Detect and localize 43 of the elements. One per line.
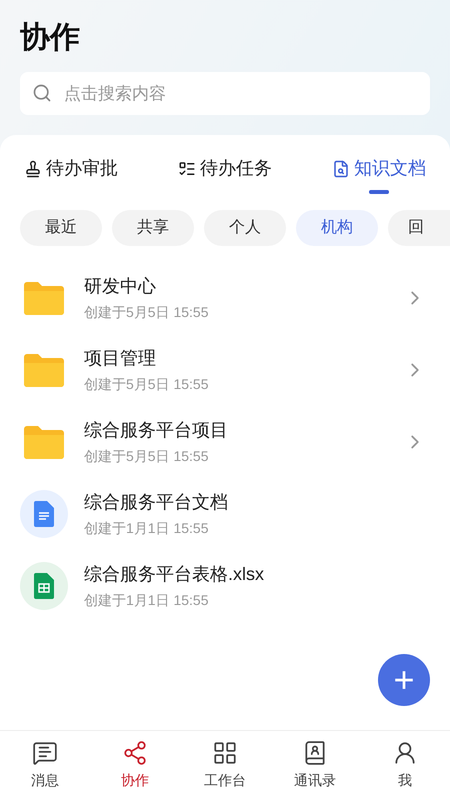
- document-icon: [20, 490, 68, 538]
- filter-chip[interactable]: 回: [388, 210, 450, 246]
- file-row[interactable]: 综合服务平台项目 创建于5月5日 15:55: [0, 406, 450, 478]
- folder-icon: [24, 353, 64, 387]
- folder-icon: [24, 425, 64, 459]
- page-title: 协作: [20, 20, 81, 56]
- file-date: 创建于1月1日 15:55: [84, 518, 210, 538]
- file-name: 综合服务平台表格.xlsx: [84, 562, 265, 586]
- file-date: 创建于5月5日 15:55: [84, 302, 210, 322]
- tab[interactable]: 待办任务: [178, 155, 272, 194]
- file-row[interactable]: 综合服务平台文档 创建于1月1日 15:55: [0, 478, 450, 550]
- file-date: 创建于5月5日 15:55: [84, 446, 210, 466]
- file-date: 创建于5月5日 15:55: [84, 374, 210, 394]
- file-row[interactable]: 综合服务平台表格.xlsx 创建于1月1日 15:55: [0, 550, 450, 622]
- nav-item[interactable]: 消息: [10, 740, 80, 791]
- file-name: 综合服务平台项目: [84, 418, 229, 442]
- nav-item[interactable]: 协作: [100, 740, 170, 791]
- folder-icon: [24, 281, 64, 315]
- nav-item[interactable]: 通讯录: [280, 740, 350, 791]
- nav-item[interactable]: 工作台: [190, 740, 260, 791]
- document-search-icon: [332, 160, 350, 178]
- filter-chip[interactable]: 共享: [112, 210, 194, 246]
- file-row[interactable]: 研发中心 创建于5月5日 15:55: [0, 262, 450, 334]
- message-icon: [32, 740, 58, 766]
- filter-chip[interactable]: 机构: [296, 210, 378, 246]
- search-icon: [32, 83, 52, 103]
- file-name: 研发中心: [84, 274, 157, 298]
- list-icon: [178, 160, 196, 178]
- file-name: 综合服务平台文档: [84, 490, 229, 514]
- search-field[interactable]: 点击搜索内容: [20, 72, 430, 115]
- tab[interactable]: 待办审批: [24, 155, 118, 194]
- file-name: 项目管理: [84, 346, 157, 370]
- file-date: 创建于1月1日 15:55: [84, 590, 210, 610]
- tab[interactable]: 知识文档: [332, 155, 426, 194]
- share-icon: [122, 740, 148, 766]
- stamp-icon: [24, 160, 42, 178]
- filter-chip[interactable]: 最近: [20, 210, 102, 246]
- spreadsheet-icon: [20, 562, 68, 610]
- grid-icon: [212, 740, 238, 766]
- add-button[interactable]: +: [378, 654, 430, 706]
- nav-item[interactable]: 我: [370, 740, 440, 791]
- filter-chip[interactable]: 个人: [204, 210, 286, 246]
- file-row[interactable]: 项目管理 创建于5月5日 15:55: [0, 334, 450, 406]
